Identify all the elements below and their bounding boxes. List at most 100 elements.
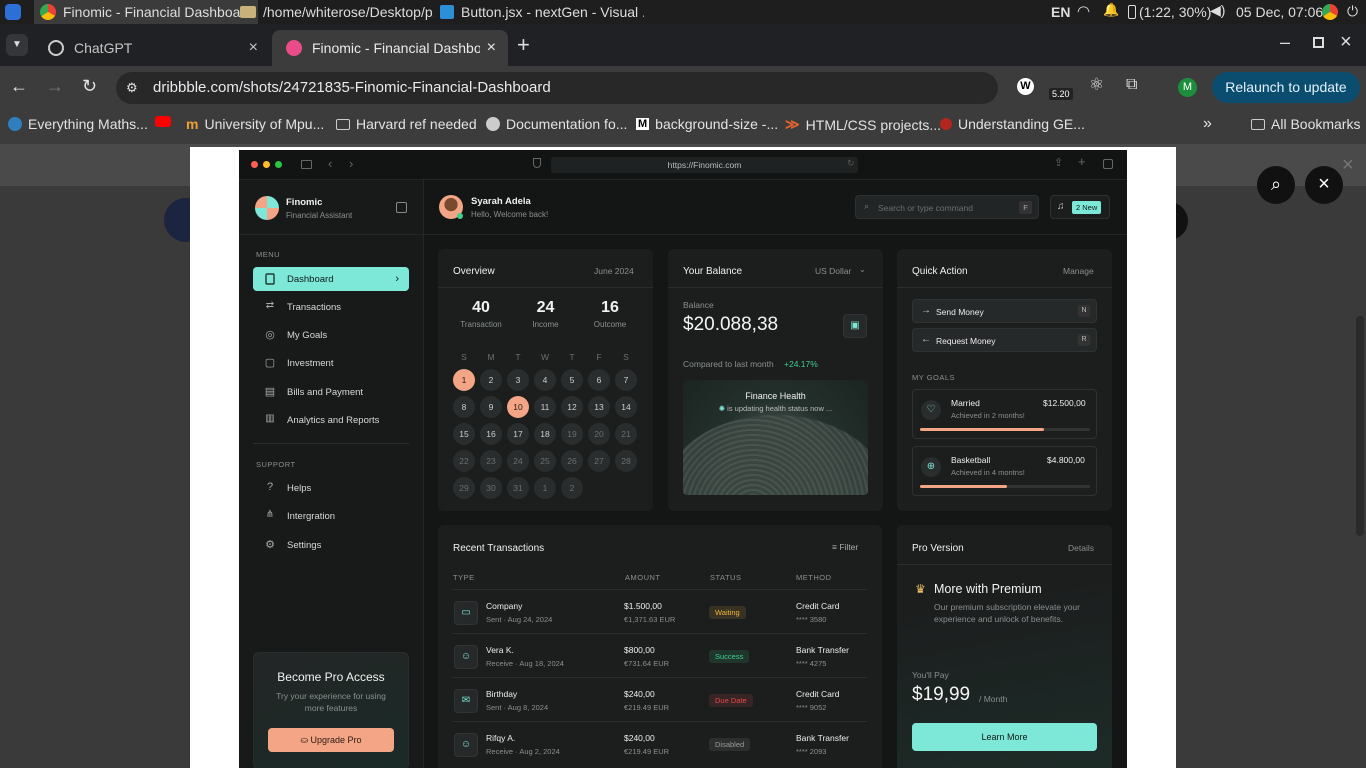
table-row[interactable]: ▭ Company Sent · Aug 24, 2024 $1.500,00 €1,3… xyxy=(452,589,867,633)
all-bookmarks[interactable]: All Bookmarks xyxy=(1251,116,1360,132)
bookmark-item[interactable]: m University of Mpu... xyxy=(186,116,324,132)
calendar-day[interactable]: 1 xyxy=(453,369,475,391)
more-bookmarks-icon[interactable]: » xyxy=(1203,115,1212,133)
language-indicator[interactable]: EN xyxy=(1051,4,1070,20)
extensions-puzzle-icon[interactable]: ⧉ xyxy=(1126,76,1137,94)
calendar-day[interactable]: 13 xyxy=(588,396,610,418)
tab-close-icon[interactable]: × xyxy=(487,39,496,57)
calendar-day[interactable]: 15 xyxy=(453,423,475,445)
calendar-day[interactable]: 8 xyxy=(453,396,475,418)
calendar-day[interactable]: 2 xyxy=(561,477,583,499)
extension-w-icon[interactable]: W xyxy=(1017,78,1034,95)
manage-link[interactable]: Manage xyxy=(1063,266,1094,276)
calendar-day[interactable]: 25 xyxy=(534,450,556,472)
table-row[interactable]: ☺ Vera K. Receive · Aug 18, 2024 $800,00 €73… xyxy=(452,633,867,677)
column-header-status[interactable]: STATUS xyxy=(710,573,741,582)
profile-avatar[interactable]: M xyxy=(1178,78,1197,97)
minimize-button[interactable]: – xyxy=(1280,32,1290,53)
column-header-type[interactable]: TYPE xyxy=(453,573,475,582)
calendar-day[interactable]: 7 xyxy=(615,369,637,391)
taskbar-window-files[interactable]: /home/whiterose/Desktop/p... xyxy=(234,0,434,24)
learn-more-button[interactable]: Learn More xyxy=(912,723,1097,751)
bell-icon[interactable]: 🔔 xyxy=(1103,2,1119,18)
goal-card[interactable]: ♡ Married $12.500,00 Achieved in 2 month… xyxy=(912,389,1097,439)
calendar-day[interactable]: 14 xyxy=(615,396,637,418)
clock[interactable]: 05 Dec, 07:06 xyxy=(1236,4,1323,20)
taskbar-window-vscode[interactable]: Button.jsx - nextGen - Visual ... xyxy=(434,0,644,24)
app-menu-icon[interactable] xyxy=(5,4,21,20)
bookmark-item[interactable]: Understanding GE... xyxy=(940,116,1085,132)
wallet-button[interactable]: ▣ xyxy=(843,314,867,338)
table-row[interactable]: ✉ Birthday Sent · Aug 8, 2024 $240,00 €219.4… xyxy=(452,677,867,721)
wifi-icon[interactable]: ◠ xyxy=(1077,2,1090,20)
calendar-day[interactable]: 28 xyxy=(615,450,637,472)
bookmark-item[interactable]: Mbackground-size -... xyxy=(636,116,778,132)
column-header-amount[interactable]: AMOUNT xyxy=(625,573,661,582)
sidebar-item-helps[interactable]: ? Helps xyxy=(253,476,409,500)
close-window-button[interactable]: × xyxy=(1340,31,1352,54)
collapse-sidebar-icon[interactable] xyxy=(396,202,407,213)
calendar-day[interactable]: 12 xyxy=(561,396,583,418)
battery-status[interactable]: (1:22, 30%) xyxy=(1139,4,1211,20)
calendar-day[interactable]: 6 xyxy=(588,369,610,391)
calendar-day[interactable]: 16 xyxy=(480,423,502,445)
calendar-day[interactable]: 26 xyxy=(561,450,583,472)
calendar-day[interactable]: 30 xyxy=(480,477,502,499)
sidebar-item-dashboard[interactable]: Dashboard › xyxy=(253,267,409,291)
forward-icon[interactable]: → xyxy=(46,76,64,97)
sidebar-item-settings[interactable]: ⚙ Settings xyxy=(253,533,409,557)
back-icon[interactable]: ← xyxy=(10,76,28,97)
calendar-day[interactable]: 20 xyxy=(588,423,610,445)
close-icon[interactable]: × xyxy=(1342,154,1354,177)
calendar-day[interactable]: 21 xyxy=(615,423,637,445)
details-link[interactable]: Details xyxy=(1068,543,1094,553)
close-lightbox-icon[interactable]: × xyxy=(1305,166,1343,204)
relaunch-button[interactable]: Relaunch to update xyxy=(1212,72,1360,103)
bookmark-item[interactable] xyxy=(155,116,171,127)
volume-icon[interactable]: ◀) xyxy=(1210,2,1225,19)
calendar-day[interactable]: 22 xyxy=(453,450,475,472)
table-row[interactable]: ☺ Rifqy A. Receive · Aug 2, 2024 $240,00 €21… xyxy=(452,721,867,765)
calendar-day[interactable]: 4 xyxy=(534,369,556,391)
calendar-day[interactable]: 23 xyxy=(480,450,502,472)
sidebar-item-analytics[interactable]: ▥ Analytics and Reports xyxy=(253,408,409,432)
site-info-icon[interactable]: ⚙ xyxy=(126,80,138,96)
url-text[interactable]: dribbble.com/shots/24721835-Finomic-Fina… xyxy=(153,79,551,96)
calendar-day[interactable]: 11 xyxy=(534,396,556,418)
chrome-tray-icon[interactable] xyxy=(1322,4,1338,20)
calendar-day[interactable]: 5 xyxy=(561,369,583,391)
power-icon[interactable]: ⏻ xyxy=(1347,3,1358,20)
send-money-button[interactable]: → Send Money N xyxy=(912,299,1097,323)
calendar-day[interactable]: 3 xyxy=(507,369,529,391)
calendar-day[interactable]: 29 xyxy=(453,477,475,499)
extension-react-icon[interactable]: ⚛ xyxy=(1089,75,1104,95)
goal-card[interactable]: ⊕ Basketball $4.800,00 Achieved in 4 mon… xyxy=(912,446,1097,496)
sidebar-item-investment[interactable]: ▢ Investment xyxy=(253,351,409,375)
sidebar-item-transactions[interactable]: ⇄ Transactions xyxy=(253,295,409,319)
search-input[interactable]: ⌕ Search or type command F xyxy=(855,195,1039,219)
filter-button[interactable]: ≡ Filter xyxy=(832,542,858,552)
sidebar-item-goals[interactable]: ◎ My Goals xyxy=(253,323,409,347)
calendar-day[interactable]: 27 xyxy=(588,450,610,472)
tab-search-button[interactable]: ▼ xyxy=(6,34,28,56)
calendar-day[interactable]: 19 xyxy=(561,423,583,445)
calendar-day[interactable]: 18 xyxy=(534,423,556,445)
omnibox[interactable]: ⚙ dribbble.com/shots/24721835-Finomic-Fi… xyxy=(116,72,998,104)
zoom-icon[interactable]: ⌕ xyxy=(1257,166,1295,204)
upgrade-pro-button[interactable]: ⛀ Upgrade Pro xyxy=(268,728,394,752)
sidebar-item-bills[interactable]: ▤ Bills and Payment xyxy=(253,380,409,404)
currency-select[interactable]: US Dollar xyxy=(815,266,851,276)
reload-icon[interactable]: ↻ xyxy=(82,76,97,97)
calendar-day[interactable]: 10 xyxy=(507,396,529,418)
tab-chatgpt[interactable]: ChatGPT × xyxy=(34,30,270,66)
scrollbar-thumb[interactable] xyxy=(1356,316,1364,536)
sidebar-item-integration[interactable]: ⋔ Intergration xyxy=(253,504,409,528)
calendar-day[interactable]: 1 xyxy=(534,477,556,499)
extension-badge[interactable]: 5.20 xyxy=(1049,88,1073,100)
bookmark-item[interactable]: Harvard ref needed xyxy=(336,116,477,132)
bookmark-item[interactable]: Everything Maths... xyxy=(8,116,148,132)
calendar-day[interactable]: 17 xyxy=(507,423,529,445)
tab-close-icon[interactable]: × xyxy=(249,39,258,57)
new-tab-button[interactable]: + xyxy=(517,32,530,58)
bookmark-item[interactable]: ≫ HTML/CSS projects... xyxy=(785,116,941,133)
